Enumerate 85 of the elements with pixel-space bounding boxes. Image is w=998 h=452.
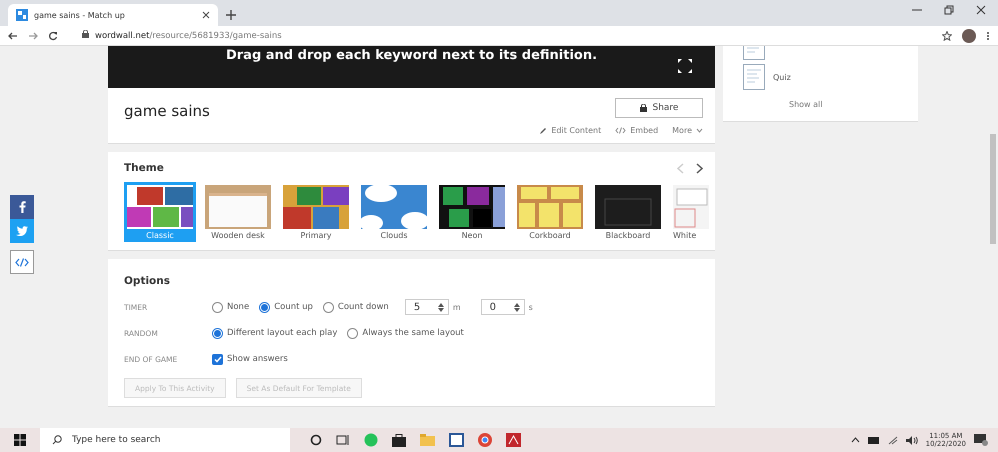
close-icon[interactable] (976, 5, 986, 15)
radio-option[interactable]: Count down (322, 302, 389, 312)
new-tab-icon[interactable] (226, 10, 236, 20)
instruction-text: Drag and drop each keyword next to its definition. (226, 48, 598, 64)
radio-button[interactable] (322, 302, 334, 312)
notification-icon[interactable] (974, 434, 988, 446)
favicon-icon (16, 9, 28, 21)
circle-icon[interactable] (310, 434, 322, 446)
spinner-icon (438, 302, 444, 312)
speaker-icon[interactable] (906, 436, 918, 444)
pdf-app-icon[interactable] (506, 433, 521, 447)
minutes-field[interactable]: 5 (404, 299, 449, 315)
activity-type-item[interactable]: Quiz (743, 64, 918, 90)
briefcase-icon[interactable] (392, 434, 406, 446)
activity-title: game sains (124, 102, 210, 120)
theme-preview-drawing (127, 185, 193, 229)
radio-option[interactable]: Count up (259, 302, 313, 312)
theme-option[interactable]: Corkboard (514, 182, 586, 242)
browser-icon[interactable] (478, 433, 492, 447)
unit-label: m (452, 302, 461, 312)
theme-preview-drawing (439, 185, 505, 229)
seconds-field[interactable]: 0 (480, 299, 525, 315)
edit-link[interactable]: Edit Content (539, 126, 602, 135)
section-title: Options (124, 275, 170, 287)
theme-option[interactable]: Neon (436, 182, 508, 242)
browser-tab[interactable]: game sains - Match up (8, 4, 218, 26)
caret-icon (696, 128, 703, 133)
task-view-icon[interactable] (336, 434, 350, 446)
search-icon (52, 435, 62, 445)
worksheet-icon (743, 64, 765, 90)
radio-button[interactable] (212, 328, 223, 338)
unit-label: s (528, 302, 533, 312)
code-icon (615, 127, 626, 134)
more-link[interactable]: More (672, 126, 703, 135)
theme-preview-drawing (283, 185, 349, 229)
document-app-icon[interactable] (449, 433, 464, 447)
fullscreen-icon[interactable] (677, 58, 693, 74)
theme-option[interactable]: White (670, 182, 712, 242)
radio-button[interactable] (347, 328, 358, 338)
menu-icon[interactable] (986, 30, 990, 40)
lock-icon (640, 104, 646, 112)
close-icon[interactable] (202, 11, 210, 19)
theme-preview-drawing (361, 185, 427, 229)
bird-icon (16, 226, 28, 236)
theme-option[interactable]: Wooden desk (202, 182, 274, 242)
restore-icon[interactable] (944, 5, 954, 15)
address-bar[interactable]: wordwall.net/resource/5681933/game-sains (82, 30, 282, 41)
star-icon[interactable] (942, 30, 952, 40)
avatar-icon[interactable] (962, 28, 976, 42)
checkbox[interactable] (212, 354, 223, 364)
facebook-icon (18, 201, 26, 213)
spinner-icon (514, 302, 520, 312)
windows-icon (14, 434, 26, 446)
scrollbar[interactable] (990, 134, 996, 244)
radio-option[interactable]: None (212, 302, 250, 312)
battery-icon[interactable] (868, 436, 880, 444)
lock-icon (82, 30, 89, 38)
embed-link[interactable]: Embed (615, 126, 658, 135)
radio-option[interactable]: Always the same layout (347, 328, 464, 338)
theme-option[interactable]: Primary (280, 182, 352, 242)
chevron-up-icon[interactable] (850, 437, 860, 443)
search-input[interactable]: Type here to search (70, 434, 270, 446)
radio-button[interactable] (212, 302, 223, 312)
checkbox-option[interactable]: Show answers (212, 354, 288, 364)
section-title: Theme (124, 162, 164, 174)
theme-preview-drawing (205, 185, 271, 229)
reload-icon[interactable] (48, 30, 58, 40)
search-field[interactable]: Type here to search (40, 428, 290, 452)
radio-button[interactable] (259, 302, 270, 312)
facebook-button[interactable] (10, 195, 34, 219)
forward-icon[interactable] (28, 30, 38, 40)
share-button[interactable]: Share (615, 98, 703, 118)
embed-button[interactable] (10, 250, 34, 274)
theme-option[interactable]: Blackboard (592, 182, 664, 242)
theme-preview-drawing (673, 185, 709, 229)
pencil-icon (539, 126, 548, 134)
show-all-link[interactable]: Show all (789, 100, 918, 109)
radio-option[interactable]: Different layout each play (212, 328, 338, 338)
twitter-button[interactable] (10, 219, 34, 243)
next-icon[interactable] (696, 162, 703, 174)
code-icon (15, 258, 29, 266)
theme-option[interactable]: Clouds (358, 182, 430, 242)
back-icon[interactable] (8, 30, 18, 40)
theme-preview-drawing (517, 185, 583, 229)
theme-preview-drawing (595, 185, 661, 229)
